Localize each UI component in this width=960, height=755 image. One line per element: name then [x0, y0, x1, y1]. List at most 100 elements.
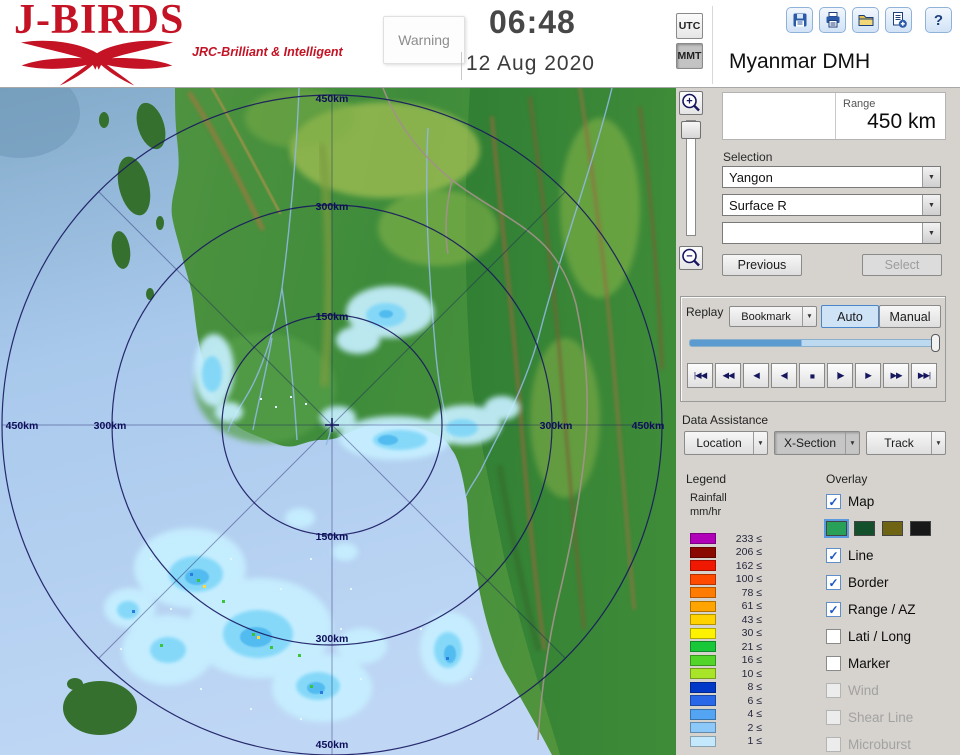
track-button[interactable]: Track ▼ — [866, 431, 946, 455]
data-assistance-buttons: Location ▼ X-Section ▼ Track ▼ — [684, 431, 946, 455]
legend-item: 206 ≤ — [690, 546, 762, 560]
save-icon[interactable] — [786, 7, 813, 33]
zoom-in-button[interactable]: + — [679, 91, 703, 115]
map-style-swatches — [826, 515, 956, 542]
overlay-item-range-az[interactable]: ✓ Range / AZ — [826, 596, 956, 623]
date-separator — [461, 52, 462, 80]
checkbox-marker[interactable] — [826, 656, 841, 671]
map-style-option[interactable] — [826, 521, 847, 536]
help-icon[interactable]: ? — [925, 7, 952, 33]
product-dropdown-value: Surface R — [729, 198, 787, 213]
radar-map-area[interactable]: 450km 300km 150km 150km 300km 450km 450k… — [0, 88, 676, 755]
checkbox-border[interactable]: ✓ — [826, 575, 841, 590]
chevron-down-icon[interactable]: ▼ — [753, 432, 767, 454]
step-back-button[interactable]: ◀| — [771, 363, 797, 388]
overlay-item-wind: Wind — [826, 677, 956, 704]
checkbox-range-az[interactable]: ✓ — [826, 602, 841, 617]
legend-label: Legend — [686, 472, 727, 486]
overlay-item-border[interactable]: ✓ Border — [826, 569, 956, 596]
map-style-option[interactable] — [854, 521, 875, 536]
svg-text:450km: 450km — [6, 420, 39, 432]
range-divider — [835, 93, 836, 139]
jbirds-app: J-BIRDS JRC-Brilliant & Intelligent Rada… — [0, 0, 960, 755]
play-forward-button[interactable]: ▶ — [855, 363, 881, 388]
legend-item: 10 ≤ — [690, 667, 762, 681]
range-label: Range — [843, 98, 876, 110]
legend-swatch — [690, 546, 716, 558]
fast-forward-button[interactable]: ▶▶ — [883, 363, 909, 388]
replay-label: Replay — [686, 305, 724, 319]
legend-item: 8 ≤ — [690, 681, 762, 695]
radar-map[interactable]: 450km 300km 150km 150km 300km 450km 450k… — [0, 88, 676, 755]
product-dropdown[interactable]: Surface R ▼ — [722, 194, 941, 216]
location-button[interactable]: Location ▼ — [684, 431, 768, 455]
legend-swatch — [690, 668, 716, 680]
utc-toggle-button[interactable]: UTC — [676, 13, 703, 39]
mmt-toggle-button[interactable]: MMT — [676, 43, 703, 69]
clock-date: 12 Aug 2020 — [466, 52, 595, 75]
legend-swatch — [690, 587, 716, 599]
play-backward-button[interactable]: ◀ — [743, 363, 769, 388]
playback-controls: |◀◀ ◀◀ ◀ ◀| ■ |▶ ▶ ▶▶ ▶▶| — [687, 363, 937, 388]
skip-end-button[interactable]: ▶▶| — [911, 363, 937, 388]
overlay-item-marker[interactable]: Marker — [826, 650, 956, 677]
step-forward-button[interactable]: |▶ — [827, 363, 853, 388]
x-section-button[interactable]: X-Section ▼ — [774, 431, 860, 455]
previous-button[interactable]: Previous — [722, 254, 802, 276]
bookmark-button[interactable]: Bookmark ▼ — [729, 306, 817, 327]
legend-swatch — [690, 533, 716, 545]
map-style-option[interactable] — [910, 521, 931, 536]
chevron-down-icon[interactable]: ▼ — [845, 432, 859, 454]
checkbox-map[interactable]: ✓ — [826, 494, 841, 509]
range-panel: Range 450 km — [722, 92, 946, 140]
chevron-down-icon[interactable]: ▼ — [922, 167, 940, 187]
clock-time: 06:48 — [489, 4, 576, 40]
overlay-item-line[interactable]: ✓ Line — [826, 542, 956, 569]
option-dropdown[interactable]: ▼ — [722, 222, 941, 244]
stop-button[interactable]: ■ — [799, 363, 825, 388]
legend-item: 21 ≤ — [690, 640, 762, 654]
checkbox-wind — [826, 683, 841, 698]
legend-item: 78 ≤ — [690, 586, 762, 600]
svg-text:450km: 450km — [316, 93, 349, 105]
app-logo-title: J-BIRDS — [14, 0, 185, 43]
zoom-slider-thumb[interactable] — [681, 121, 701, 139]
replay-groupbox: Replay Bookmark ▼ Auto Manual |◀◀ ◀◀ ◀ ◀… — [680, 296, 946, 402]
legend-item: 61 ≤ — [690, 600, 762, 614]
chevron-down-icon[interactable]: ▼ — [922, 195, 940, 215]
svg-text:150km: 150km — [316, 531, 349, 543]
auto-mode-button[interactable]: Auto — [821, 305, 879, 328]
header-divider — [712, 6, 713, 84]
export-icon[interactable] — [885, 7, 912, 33]
map-style-option[interactable] — [882, 521, 903, 536]
replay-slider-track[interactable] — [689, 339, 939, 347]
chevron-down-icon[interactable]: ▼ — [922, 223, 940, 243]
warning-button[interactable]: Warning — [383, 16, 465, 64]
bookmark-label: Bookmark — [741, 310, 791, 323]
overlay-item-shear-line: Shear Line — [826, 704, 956, 731]
legend-swatch — [690, 560, 716, 572]
svg-text:150km: 150km — [316, 311, 349, 323]
skip-start-button[interactable]: |◀◀ — [687, 363, 713, 388]
print-icon[interactable] — [819, 7, 846, 33]
legend-quantity: Rainfall — [690, 492, 727, 504]
checkbox-line[interactable]: ✓ — [826, 548, 841, 563]
svg-text:450km: 450km — [316, 739, 349, 751]
chevron-down-icon[interactable]: ▼ — [802, 307, 816, 326]
replay-slider-thumb[interactable] — [931, 334, 940, 352]
legend-item: 100 ≤ — [690, 573, 762, 587]
manual-mode-button[interactable]: Manual — [879, 305, 941, 328]
site-dropdown[interactable]: Yangon ▼ — [722, 166, 941, 188]
svg-text:450km: 450km — [632, 420, 665, 432]
legend-swatch — [690, 600, 716, 612]
chevron-down-icon[interactable]: ▼ — [931, 432, 945, 454]
overlay-item-map[interactable]: ✓ Map — [826, 488, 956, 515]
checkbox-lati-long[interactable] — [826, 629, 841, 644]
legend-swatch — [690, 573, 716, 585]
zoom-out-button[interactable]: − — [679, 246, 703, 270]
select-button[interactable]: Select — [862, 254, 942, 276]
open-folder-icon[interactable] — [852, 7, 879, 33]
main-toolbar: ? — [786, 7, 952, 33]
overlay-item-lati-long[interactable]: Lati / Long — [826, 623, 956, 650]
fast-rewind-button[interactable]: ◀◀ — [715, 363, 741, 388]
